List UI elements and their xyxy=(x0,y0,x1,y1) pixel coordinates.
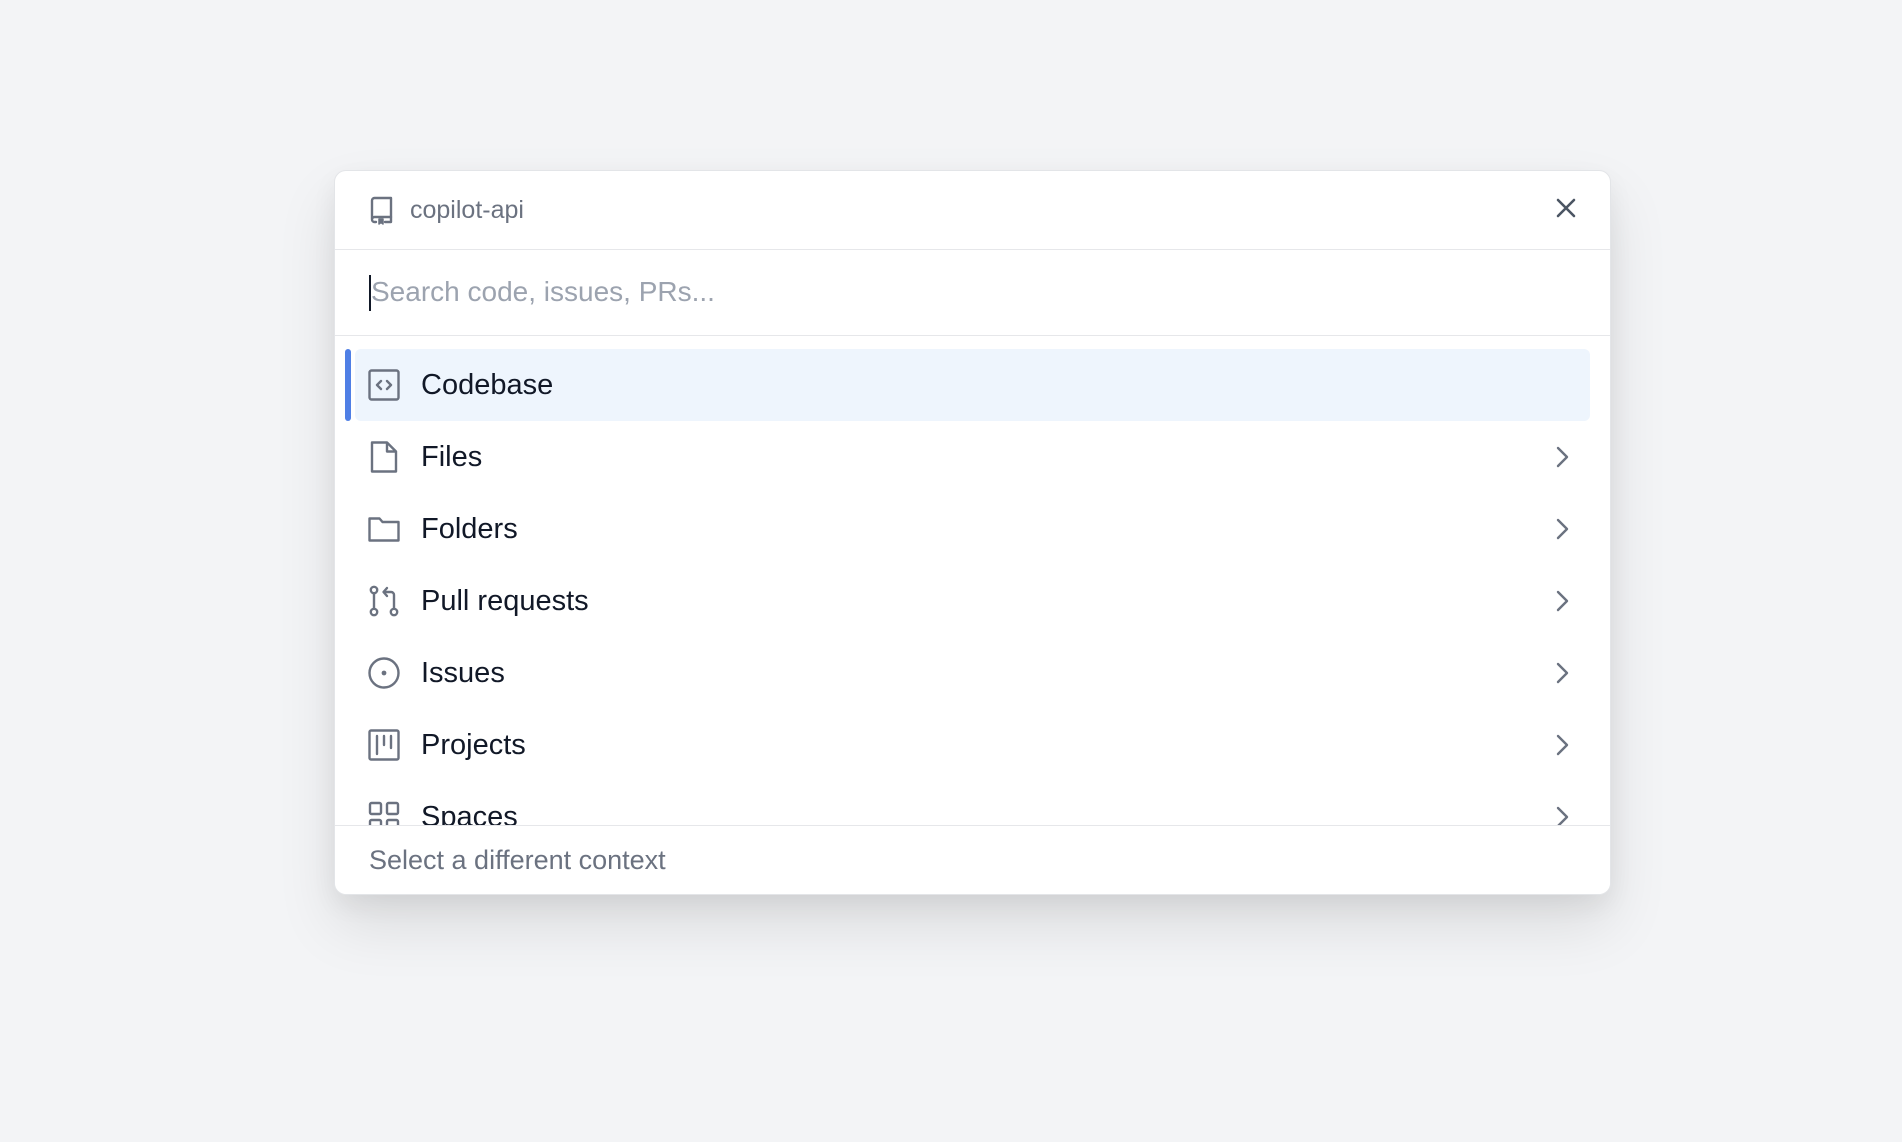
context-list[interactable]: Codebase Files Folders Pull requests Iss… xyxy=(335,336,1610,894)
context-item-label: Issues xyxy=(421,657,505,689)
issue-icon xyxy=(367,656,401,690)
context-item-label: Folders xyxy=(421,513,518,545)
chevron-right-icon xyxy=(1548,731,1576,759)
context-item-label: Projects xyxy=(421,729,526,761)
text-cursor xyxy=(369,275,371,311)
context-item-files[interactable]: Files xyxy=(355,421,1590,493)
search-input[interactable] xyxy=(367,270,1571,314)
repo-name: copilot-api xyxy=(410,196,524,224)
context-item-issues[interactable]: Issues xyxy=(355,637,1590,709)
context-item-folders[interactable]: Folders xyxy=(355,493,1590,565)
chevron-right-icon xyxy=(1548,659,1576,687)
context-item-codebase[interactable]: Codebase xyxy=(345,349,1590,421)
dialog-footer: Select a different context xyxy=(335,825,1610,894)
context-item-projects[interactable]: Projects xyxy=(355,709,1590,781)
close-button[interactable] xyxy=(1548,192,1584,228)
context-item-pull-requests[interactable]: Pull requests xyxy=(355,565,1590,637)
context-item-label: Codebase xyxy=(421,369,554,401)
project-icon xyxy=(367,728,401,762)
chevron-right-icon xyxy=(1548,443,1576,471)
folder-icon xyxy=(367,512,401,546)
repo-icon xyxy=(365,194,397,226)
context-item-label: Files xyxy=(421,441,483,473)
selection-accent-bar xyxy=(345,349,351,421)
dialog-header: copilot-api xyxy=(335,171,1610,250)
code-square-icon xyxy=(367,368,401,402)
close-icon xyxy=(1554,196,1578,225)
pull-request-icon xyxy=(367,584,401,618)
chevron-right-icon xyxy=(1548,515,1576,543)
file-icon xyxy=(367,440,401,474)
chevron-right-icon xyxy=(1548,587,1576,615)
search-bar xyxy=(335,250,1610,336)
context-picker-dialog: copilot-api Codebase xyxy=(334,170,1611,895)
context-item-label: Pull requests xyxy=(421,585,589,617)
footer-hint: Select a different context xyxy=(369,845,666,875)
